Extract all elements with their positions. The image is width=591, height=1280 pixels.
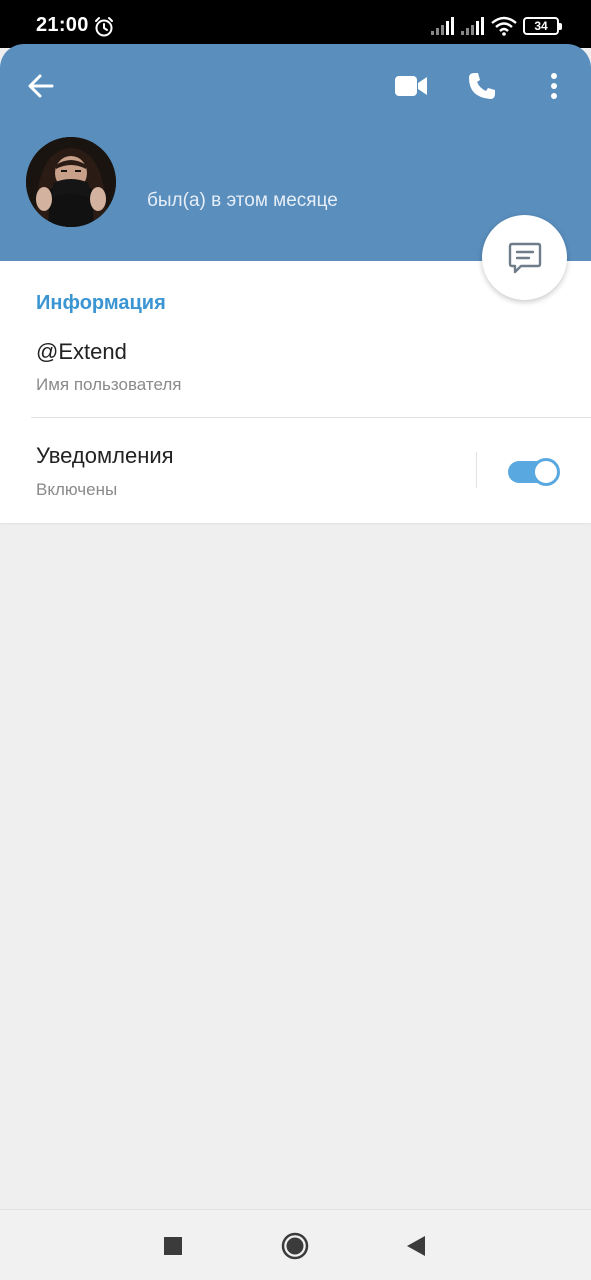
call-button[interactable] <box>460 64 504 108</box>
notifications-label: Уведомления <box>36 443 174 468</box>
avatar-photo <box>26 137 116 227</box>
back-triangle-icon <box>407 1235 425 1256</box>
home-circle-icon <box>281 1232 309 1259</box>
wifi-icon <box>491 16 517 36</box>
screen: 21:00 34 был(а) в этом месяце Информация… <box>0 0 591 1280</box>
recents-button[interactable] <box>143 1210 203 1280</box>
battery-level: 34 <box>534 19 548 33</box>
vertical-separator <box>476 452 477 488</box>
notifications-value: Включены <box>36 480 118 499</box>
status-time: 21:00 <box>36 14 89 36</box>
username-label: Имя пользователя <box>36 375 182 394</box>
section-title-info: Информация <box>36 292 166 314</box>
video-camera-icon <box>395 76 427 96</box>
notifications-toggle[interactable] <box>508 458 560 486</box>
username-value: @Extend <box>36 339 127 364</box>
system-back-button[interactable] <box>386 1210 446 1280</box>
toggle-knob <box>532 458 560 486</box>
more-vertical-icon <box>551 73 557 99</box>
signal-icon <box>461 17 484 35</box>
home-button[interactable] <box>265 1210 325 1280</box>
battery-icon: 34 <box>523 17 562 35</box>
signal-icon <box>431 17 454 35</box>
alarm-icon <box>95 17 113 37</box>
more-button[interactable] <box>532 64 576 108</box>
system-nav-bar <box>0 1209 591 1280</box>
back-button[interactable] <box>19 64 63 108</box>
recents-square-icon <box>164 1236 182 1255</box>
status-bar: 21:00 34 <box>0 0 591 48</box>
notifications-row[interactable]: Уведомления Включены <box>0 418 591 523</box>
arrow-left-icon <box>28 74 54 98</box>
message-icon <box>508 242 541 273</box>
status-icons: 34 <box>431 14 562 38</box>
avatar[interactable] <box>26 137 116 227</box>
message-button[interactable] <box>482 215 567 300</box>
last-seen-status: был(а) в этом месяце <box>147 190 338 211</box>
phone-icon <box>469 73 495 99</box>
info-card: Информация @Extend Имя пользователя Увед… <box>0 261 591 523</box>
video-call-button[interactable] <box>389 64 433 108</box>
